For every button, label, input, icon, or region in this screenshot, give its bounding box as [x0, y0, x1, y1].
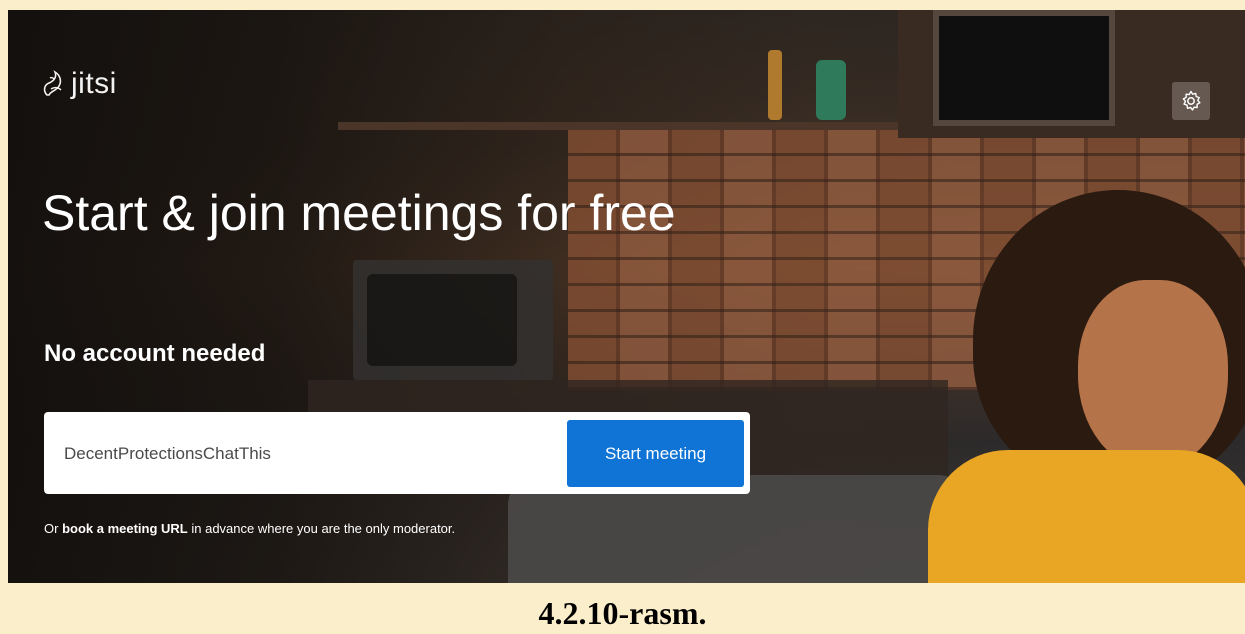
- settings-button[interactable]: [1172, 82, 1210, 120]
- gear-icon: [1182, 90, 1201, 111]
- start-meeting-button[interactable]: Start meeting: [567, 420, 744, 487]
- page-subheadline: No account needed: [44, 340, 266, 367]
- join-meeting-box: Start meeting: [44, 412, 750, 494]
- book-meeting-link[interactable]: book a meeting URL: [62, 521, 188, 536]
- hero-background: jitsi Start & join meetings for free No …: [8, 10, 1245, 583]
- jitsi-logo[interactable]: jitsi: [41, 67, 117, 101]
- background-window: [933, 10, 1115, 126]
- moderator-note: Or book a meeting URL in advance where y…: [44, 521, 455, 536]
- note-suffix: in advance where you are the only modera…: [187, 521, 456, 536]
- note-prefix: Or: [44, 521, 63, 536]
- room-name-input[interactable]: [62, 430, 566, 478]
- page-headline: Start & join meetings for free: [42, 185, 676, 241]
- background-microwave: [353, 260, 553, 380]
- person-face: [1078, 280, 1228, 470]
- figure-caption: 4.2.10-rasm.: [538, 595, 707, 631]
- jitsi-logo-icon: [43, 70, 62, 96]
- background-bottle: [816, 60, 846, 120]
- background-bottle: [768, 50, 782, 120]
- logo-text: jitsi: [71, 67, 117, 100]
- background-shelf: [338, 122, 898, 130]
- person-body: [928, 450, 1245, 583]
